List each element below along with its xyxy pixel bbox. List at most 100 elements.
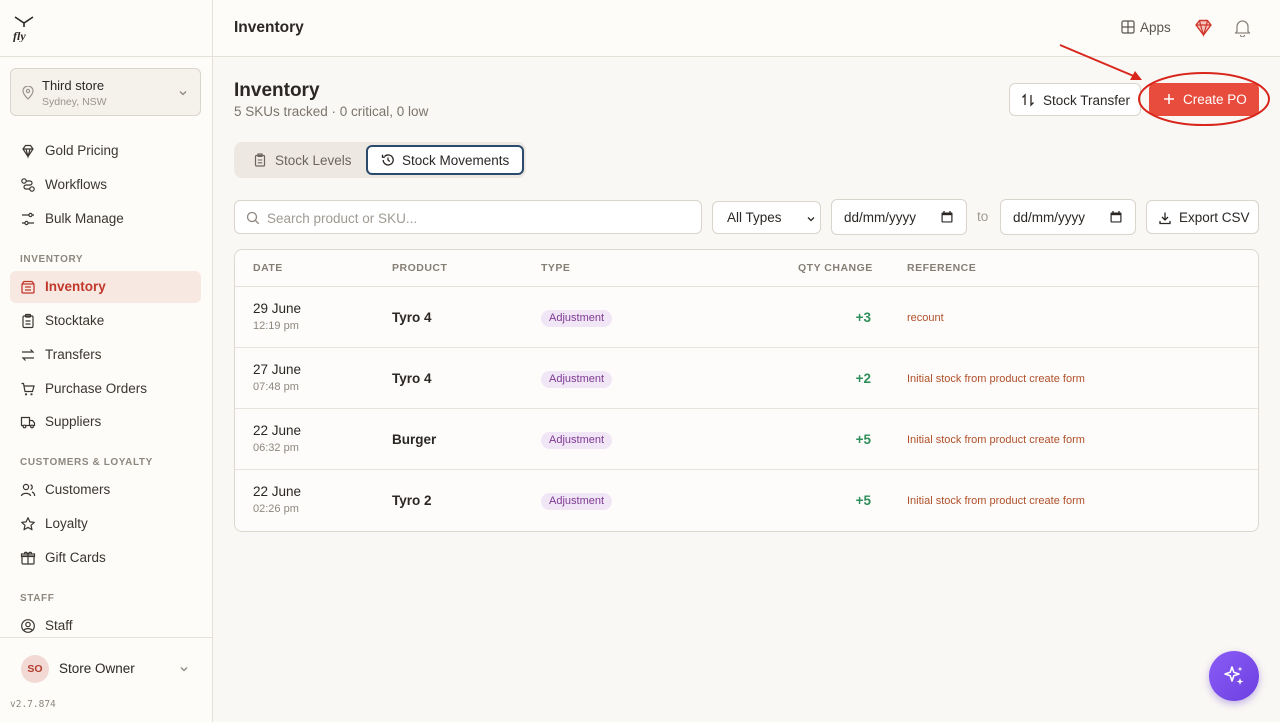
sidebar-item-inventory[interactable]: Inventory <box>10 271 201 303</box>
clipboard-icon <box>22 313 34 329</box>
type-badge: Adjustment <box>541 371 613 388</box>
row-reference: Initial stock from product create form <box>907 495 1085 507</box>
column-header-qty-change[interactable]: QTY CHANGE <box>798 262 873 274</box>
date-to-value: dd/mm/yyyy <box>1013 210 1086 225</box>
sidebar-item-label: Suppliers <box>45 414 102 429</box>
sidebar-item-label: Bulk Manage <box>45 211 124 226</box>
stock-movements-table: DATE PRODUCT TYPE QTY CHANGE REFERENCE 2… <box>234 249 1259 532</box>
sidebar-item-label: Gold Pricing <box>45 143 119 158</box>
tab-stock-levels[interactable]: Stock Levels <box>237 145 365 175</box>
workflow-icon <box>21 178 35 192</box>
chevron-down-icon <box>179 91 187 96</box>
row-product: Tyro 4 <box>392 371 432 386</box>
sidebar-divider <box>0 56 212 57</box>
user-circle-icon <box>21 619 35 633</box>
table-row[interactable]: 22 June 06:32 pm Burger Adjustment +5 In… <box>235 409 1258 470</box>
diamond-icon <box>22 144 34 159</box>
type-select[interactable]: All Types <box>712 201 821 234</box>
gem-icon[interactable] <box>1194 18 1213 37</box>
sidebar-item-loyalty[interactable]: Loyalty <box>10 508 201 540</box>
store-location: Sydney, NSW <box>42 96 107 108</box>
fly-logo[interactable]: fly <box>12 14 36 42</box>
star-icon <box>21 517 35 531</box>
row-qty-change: +5 <box>855 432 871 447</box>
column-header-product[interactable]: PRODUCT <box>392 262 447 274</box>
row-time: 06:32 pm <box>253 442 299 454</box>
bell-icon[interactable] <box>1234 18 1251 37</box>
sidebar-item-bulk-manage[interactable]: Bulk Manage <box>10 203 201 235</box>
export-csv-button[interactable]: Export CSV <box>1146 200 1259 234</box>
sidebar-item-label: Transfers <box>45 347 102 362</box>
section-staff-heading: STAFF <box>20 593 55 604</box>
sidebar-item-label: Staff <box>45 618 73 633</box>
download-icon <box>1159 212 1171 225</box>
column-header-date[interactable]: DATE <box>253 262 283 274</box>
ai-assistant-button[interactable] <box>1209 651 1259 701</box>
gift-icon <box>20 551 36 565</box>
type-badge: Adjustment <box>541 432 613 449</box>
avatar[interactable]: SO <box>21 655 49 683</box>
sidebar-item-label: Purchase Orders <box>45 381 148 396</box>
cart-icon <box>21 382 35 396</box>
apps-label: Apps <box>1140 20 1171 35</box>
plus-icon <box>1164 94 1174 104</box>
stock-transfer-button[interactable]: Stock Transfer <box>1009 83 1141 116</box>
date-from-input[interactable]: dd/mm/yyyy <box>831 199 967 235</box>
sidebar-item-suppliers[interactable]: Suppliers <box>10 406 201 438</box>
topbar-title: Inventory <box>234 19 304 36</box>
truck-icon <box>20 416 36 429</box>
row-date: 22 June <box>253 484 302 499</box>
date-range-to-label: to <box>977 209 989 224</box>
user-name[interactable]: Store Owner <box>59 661 135 676</box>
sidebar-item-stocktake[interactable]: Stocktake <box>10 305 201 337</box>
search-input[interactable] <box>267 208 687 228</box>
column-header-type[interactable]: TYPE <box>541 262 570 274</box>
stock-transfer-label: Stock Transfer <box>1043 93 1131 108</box>
store-selector[interactable]: Third store Sydney, NSW <box>10 68 201 116</box>
chevron-down-icon[interactable] <box>179 664 189 674</box>
row-time: 12:19 pm <box>253 320 299 332</box>
sidebar-item-label: Inventory <box>45 279 106 294</box>
sidebar-item-customers[interactable]: Customers <box>10 474 201 506</box>
table-row[interactable]: 29 June 12:19 pm Tyro 4 Adjustment +3 re… <box>235 287 1258 348</box>
tab-label: Stock Movements <box>402 153 510 168</box>
calendar-icon[interactable] <box>940 210 954 224</box>
date-to-input[interactable]: dd/mm/yyyy <box>1000 199 1136 235</box>
tab-stock-movements[interactable]: Stock Movements <box>366 145 524 175</box>
top-bar: Inventory Apps <box>213 0 1280 57</box>
row-product: Burger <box>392 432 437 447</box>
section-customers-heading: CUSTOMERS & LOYALTY <box>20 457 153 468</box>
sidebar-item-label: Workflows <box>45 177 108 192</box>
column-header-reference[interactable]: REFERENCE <box>907 262 976 274</box>
type-select-value: All Types <box>727 210 782 225</box>
store-name: Third store <box>42 78 105 93</box>
sidebar-item-purchase-orders[interactable]: Purchase Orders <box>10 373 201 405</box>
table-row[interactable]: 22 June 02:26 pm Tyro 2 Adjustment +5 In… <box>235 470 1258 531</box>
app-version: v2.7.874 <box>10 699 56 710</box>
tab-label: Stock Levels <box>275 153 352 168</box>
type-badge: Adjustment <box>541 493 613 510</box>
export-csv-label: Export CSV <box>1179 210 1250 225</box>
row-product: Tyro 2 <box>392 493 432 508</box>
table-row[interactable]: 27 June 07:48 pm Tyro 4 Adjustment +2 In… <box>235 348 1258 409</box>
sidebar-item-transfers[interactable]: Transfers <box>10 339 201 371</box>
transfer-icon <box>21 349 35 361</box>
row-date: 29 June <box>253 301 302 316</box>
map-pin-icon <box>22 86 34 100</box>
row-product: Tyro 4 <box>392 310 432 325</box>
sidebar-item-label: Gift Cards <box>45 550 106 565</box>
page-subtitle: 5 SKUs tracked · 0 critical, 0 low <box>234 104 429 119</box>
sidebar-divider <box>0 637 212 638</box>
sidebar-item-workflows[interactable]: Workflows <box>10 169 201 201</box>
page-title: Inventory <box>234 80 320 101</box>
sidebar-item-label: Loyalty <box>45 516 88 531</box>
row-reference: Initial stock from product create form <box>907 434 1085 446</box>
create-po-button[interactable]: Create PO <box>1149 83 1259 116</box>
row-qty-change: +5 <box>855 493 871 508</box>
sidebar-item-gift-cards[interactable]: Gift Cards <box>10 542 201 574</box>
calendar-icon[interactable] <box>1109 210 1123 224</box>
search-box <box>234 200 702 234</box>
chevron-down-icon <box>807 217 815 222</box>
sidebar-item-gold-pricing[interactable]: Gold Pricing <box>10 135 201 167</box>
users-icon <box>20 483 36 497</box>
